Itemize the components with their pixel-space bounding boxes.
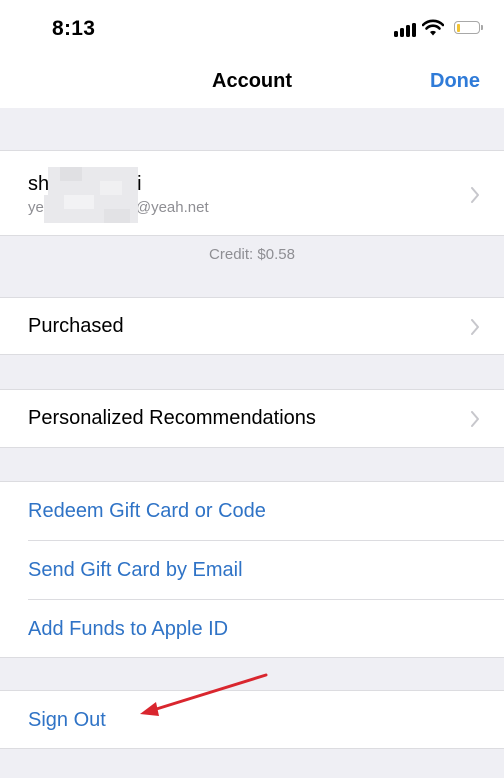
status-time: 8:13 xyxy=(52,17,96,40)
purchased-row[interactable]: Purchased xyxy=(0,297,504,355)
signal-icon xyxy=(394,23,418,37)
redacted-name xyxy=(48,167,138,195)
account-email-end: @yeah.net xyxy=(135,199,209,216)
navigation-bar: Account Done xyxy=(0,60,504,108)
sign-out-row[interactable]: Sign Out xyxy=(0,690,504,749)
chevron-right-icon xyxy=(471,411,479,427)
apple-id-cell[interactable]: sh i ye @yeah.net xyxy=(0,150,504,236)
purchased-label: Purchased xyxy=(28,315,124,337)
done-button[interactable]: Done xyxy=(430,70,480,93)
row-divider xyxy=(28,540,504,541)
add-funds-button[interactable]: Add Funds to Apple ID xyxy=(28,618,228,641)
account-name-start: sh xyxy=(28,173,50,195)
page-title: Account xyxy=(212,70,292,92)
gift-card-group: Redeem Gift Card or Code Send Gift Card … xyxy=(0,481,504,658)
wifi-icon xyxy=(422,19,444,36)
status-bar: 8:13 xyxy=(0,0,504,60)
chevron-right-icon xyxy=(471,319,479,335)
personalized-recommendations-row[interactable]: Personalized Recommendations xyxy=(0,389,504,448)
redacted-email xyxy=(44,195,138,223)
redeem-gift-card-button[interactable]: Redeem Gift Card or Code xyxy=(28,500,266,523)
account-email-start: ye xyxy=(28,199,44,216)
row-divider xyxy=(28,599,504,600)
send-gift-card-button[interactable]: Send Gift Card by Email xyxy=(28,559,243,582)
chevron-right-icon xyxy=(471,187,479,203)
credit-balance: Credit: $0.58 xyxy=(209,246,295,263)
personalized-recommendations-label: Personalized Recommendations xyxy=(28,407,316,429)
sign-out-button[interactable]: Sign Out xyxy=(28,709,106,732)
battery-icon xyxy=(454,21,483,34)
